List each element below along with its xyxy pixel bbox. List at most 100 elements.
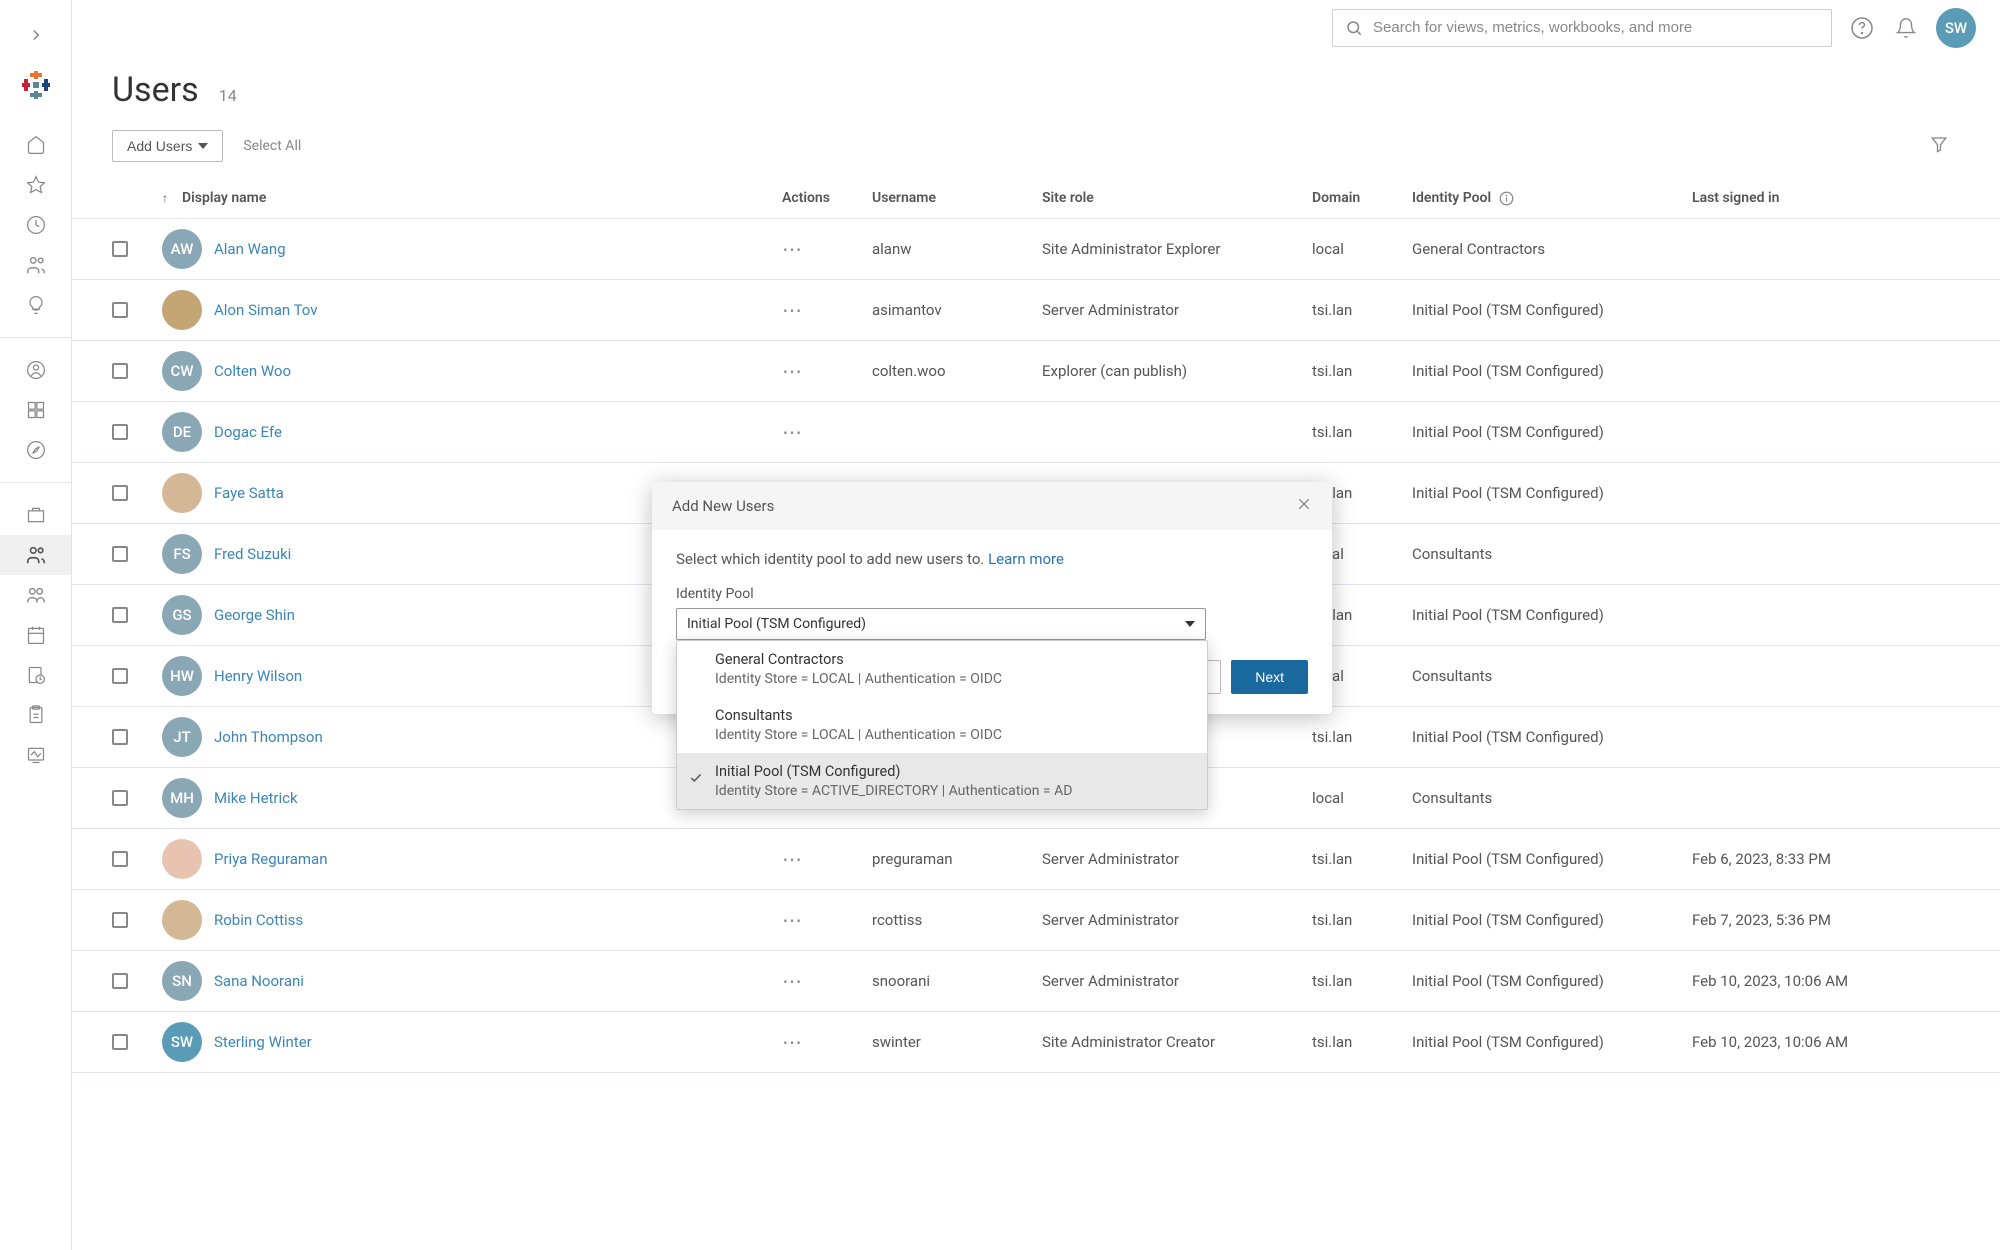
user-name-link[interactable]: Colten Woo xyxy=(214,362,291,380)
domain-cell: tsi.lan xyxy=(1312,911,1412,929)
sidebar-shared[interactable] xyxy=(0,245,71,285)
sidebar-explore[interactable] xyxy=(0,430,71,470)
close-icon[interactable] xyxy=(1296,496,1312,516)
sidebar-groups[interactable] xyxy=(0,575,71,615)
tableau-logo[interactable] xyxy=(16,65,56,105)
avatar: CW xyxy=(162,351,202,391)
site-role-cell: Site Administrator Explorer xyxy=(1042,240,1312,258)
user-name-link[interactable]: Priya Reguraman xyxy=(214,850,328,868)
row-checkbox[interactable] xyxy=(112,241,128,257)
user-name-link[interactable]: Sterling Winter xyxy=(214,1033,312,1051)
col-username[interactable]: Username xyxy=(872,190,1042,206)
row-checkbox[interactable] xyxy=(112,1034,128,1050)
sidebar-schedules[interactable] xyxy=(0,615,71,655)
search-box[interactable] xyxy=(1332,9,1832,47)
col-last-signed[interactable]: Last signed in xyxy=(1692,190,1960,206)
dropdown-option[interactable]: General ContractorsIdentity Store = LOCA… xyxy=(677,641,1207,697)
dropdown-option[interactable]: ConsultantsIdentity Store = LOCAL | Auth… xyxy=(677,697,1207,753)
user-name-link[interactable]: George Shin xyxy=(214,606,295,624)
user-name-link[interactable]: John Thompson xyxy=(214,728,323,746)
user-name-link[interactable]: Faye Satta xyxy=(214,484,284,502)
dropdown-option[interactable]: Initial Pool (TSM Configured)Identity St… xyxy=(677,753,1207,809)
user-name-link[interactable]: Mike Hetrick xyxy=(214,789,298,807)
row-actions-button[interactable]: ⋯ xyxy=(782,359,803,383)
col-actions[interactable]: Actions xyxy=(782,190,872,206)
row-checkbox[interactable] xyxy=(112,363,128,379)
user-name-link[interactable]: Fred Suzuki xyxy=(214,545,291,563)
row-checkbox[interactable] xyxy=(112,302,128,318)
table-row: DEDogac Efe⋯tsi.lanInitial Pool (TSM Con… xyxy=(72,402,2000,463)
caret-down-icon xyxy=(1185,619,1195,629)
identity-pool-cell: Consultants xyxy=(1412,667,1692,685)
sidebar-favorites[interactable] xyxy=(0,165,71,205)
user-name-link[interactable]: Robin Cottiss xyxy=(214,911,303,929)
sidebar-recommendations[interactable] xyxy=(0,285,71,325)
table-row: SWSterling Winter⋯swinterSite Administra… xyxy=(72,1012,2000,1073)
row-checkbox[interactable] xyxy=(112,546,128,562)
avatar: SW xyxy=(162,1022,202,1062)
learn-more-link[interactable]: Learn more xyxy=(988,550,1064,568)
user-name-link[interactable]: Henry Wilson xyxy=(214,667,302,685)
sidebar-collections[interactable] xyxy=(0,390,71,430)
dropdown-option-title: Consultants xyxy=(715,707,1191,724)
col-identity-pool[interactable]: Identity Pool xyxy=(1412,190,1692,206)
row-checkbox[interactable] xyxy=(112,668,128,684)
info-icon[interactable] xyxy=(1499,191,1514,206)
row-actions-button[interactable]: ⋯ xyxy=(782,298,803,322)
identity-pool-label: Identity Pool xyxy=(676,586,1308,602)
row-actions-button[interactable]: ⋯ xyxy=(782,969,803,993)
identity-pool-cell: Initial Pool (TSM Configured) xyxy=(1412,728,1692,746)
username-cell: alanw xyxy=(872,240,1042,258)
notifications-icon[interactable] xyxy=(1892,14,1920,42)
row-checkbox[interactable] xyxy=(112,424,128,440)
row-actions-button[interactable]: ⋯ xyxy=(782,420,803,444)
row-actions-button[interactable]: ⋯ xyxy=(782,1030,803,1054)
sidebar-expand-button[interactable] xyxy=(0,15,71,55)
username-cell: snoorani xyxy=(872,972,1042,990)
sidebar-recents[interactable] xyxy=(0,205,71,245)
sidebar-status[interactable] xyxy=(0,735,71,775)
add-users-button[interactable]: Add Users xyxy=(112,130,223,162)
user-name-link[interactable]: Alon Siman Tov xyxy=(214,301,318,319)
domain-cell: tsi.lan xyxy=(1312,972,1412,990)
identity-pool-cell: Initial Pool (TSM Configured) xyxy=(1412,606,1692,624)
search-input[interactable] xyxy=(1373,19,1819,36)
sidebar-jobs[interactable] xyxy=(0,655,71,695)
identity-pool-cell: Initial Pool (TSM Configured) xyxy=(1412,301,1692,319)
select-all-button[interactable]: Select All xyxy=(243,138,301,154)
col-domain[interactable]: Domain xyxy=(1312,190,1412,206)
row-actions-button[interactable]: ⋯ xyxy=(782,908,803,932)
row-checkbox[interactable] xyxy=(112,729,128,745)
user-name-link[interactable]: Alan Wang xyxy=(214,240,286,258)
user-name-link[interactable]: Sana Noorani xyxy=(214,972,304,990)
avatar xyxy=(162,473,202,513)
col-display-name[interactable]: ↑Display name xyxy=(162,190,782,206)
row-actions-button[interactable]: ⋯ xyxy=(782,237,803,261)
sidebar-external[interactable] xyxy=(0,495,71,535)
sidebar-home[interactable] xyxy=(0,125,71,165)
identity-pool-cell: Consultants xyxy=(1412,789,1692,807)
col-site-role[interactable]: Site role xyxy=(1042,190,1312,206)
row-actions-button[interactable]: ⋯ xyxy=(782,847,803,871)
identity-pool-select[interactable]: Initial Pool (TSM Configured) General Co… xyxy=(676,608,1206,640)
user-name-link[interactable]: Dogac Efe xyxy=(214,423,282,441)
next-button[interactable]: Next xyxy=(1231,660,1308,694)
topbar: SW xyxy=(72,0,2000,55)
user-avatar[interactable]: SW xyxy=(1936,8,1976,48)
sidebar-tasks[interactable] xyxy=(0,695,71,735)
row-checkbox[interactable] xyxy=(112,912,128,928)
avatar: AW xyxy=(162,229,202,269)
row-checkbox[interactable] xyxy=(112,607,128,623)
filter-button[interactable] xyxy=(1930,135,1948,157)
sidebar-personal[interactable] xyxy=(0,350,71,390)
row-checkbox[interactable] xyxy=(112,851,128,867)
page-count: 14 xyxy=(219,86,237,105)
sidebar-users[interactable] xyxy=(0,535,71,575)
help-icon[interactable] xyxy=(1848,14,1876,42)
row-checkbox[interactable] xyxy=(112,790,128,806)
last-signed-cell: Feb 7, 2023, 5:36 PM xyxy=(1692,911,1960,929)
caret-down-icon xyxy=(198,141,208,151)
row-checkbox[interactable] xyxy=(112,973,128,989)
identity-pool-cell: General Contractors xyxy=(1412,240,1692,258)
row-checkbox[interactable] xyxy=(112,485,128,501)
